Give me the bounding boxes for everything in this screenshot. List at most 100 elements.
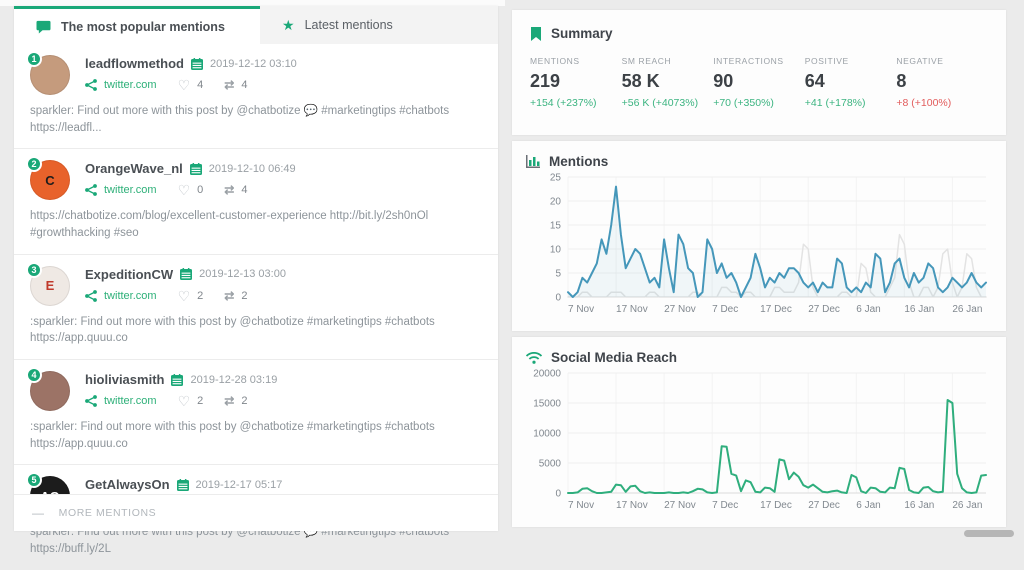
dash-icon: — — [32, 506, 45, 520]
bookmark-icon — [530, 27, 542, 41]
summary-metric: NEGATIVE 8 +8 (+100%) — [896, 56, 988, 109]
retweet-icon[interactable]: ⇄ — [224, 395, 234, 407]
rank-badge: 1 — [26, 51, 42, 67]
share-icon — [85, 395, 97, 407]
like-count: 2 — [197, 290, 203, 302]
summary-metric: SM REACH 58 K +56 K (+4073%) — [622, 56, 714, 109]
horizontal-scrollbar-thumb[interactable] — [964, 530, 1014, 537]
mentions-line-chart[interactable]: 05101520257 Nov17 Nov27 Nov7 Dec17 Dec27… — [526, 171, 992, 319]
metric-label: POSITIVE — [805, 56, 897, 66]
summary-metrics: MENTIONS219+154 (+237%)SM REACH58 K+56 K… — [530, 56, 988, 109]
svg-text:17 Dec: 17 Dec — [760, 304, 792, 315]
mention-text: https://chatbotize.com/blog/excellent-cu… — [30, 208, 482, 241]
svg-text:27 Dec: 27 Dec — [808, 500, 840, 511]
metric-delta: +154 (+237%) — [530, 97, 622, 109]
mention-author[interactable]: GetAlwaysOn — [85, 477, 170, 492]
reach-chart-title: Social Media Reach — [551, 350, 677, 365]
avatar: E3 — [30, 266, 70, 306]
retweet-icon[interactable]: ⇄ — [224, 290, 234, 302]
retweet-icon[interactable]: ⇄ — [224, 184, 234, 196]
mention-text: sparkler: Find out more with this post b… — [30, 103, 482, 136]
mentions-chart-card: Mentions 05101520257 Nov17 Nov27 Nov7 De… — [512, 141, 1006, 331]
metric-delta: +8 (+100%) — [896, 97, 988, 109]
metric-delta: +70 (+350%) — [713, 97, 805, 109]
svg-text:0: 0 — [555, 293, 561, 304]
mention-source-link[interactable]: twitter.com — [104, 395, 157, 407]
mentions-list: 1 leadflowmethod 2019-12-12 03:10 twitter.c… — [14, 44, 498, 531]
mentions-panel: The most popular mentions ★ Latest menti… — [14, 6, 498, 531]
heart-icon[interactable]: ♡ — [178, 394, 191, 408]
rank-badge: 3 — [26, 262, 42, 278]
svg-text:10: 10 — [550, 245, 562, 256]
heart-icon[interactable]: ♡ — [178, 78, 191, 92]
heart-icon[interactable]: ♡ — [178, 289, 191, 303]
svg-text:16 Jan: 16 Jan — [904, 500, 934, 511]
mention-date: 2019-12-10 06:49 — [209, 163, 296, 175]
svg-text:5: 5 — [555, 269, 561, 280]
mention-author[interactable]: leadflowmethod — [85, 56, 184, 71]
svg-text:6 Jan: 6 Jan — [856, 500, 880, 511]
mention-date: 2019-12-28 03:19 — [190, 374, 277, 386]
share-icon — [85, 184, 97, 196]
calendar-icon — [177, 479, 189, 491]
svg-text:0: 0 — [555, 489, 561, 500]
tab-most-popular-mentions[interactable]: The most popular mentions — [14, 6, 260, 44]
more-mentions-label: MORE MENTIONS — [59, 507, 157, 519]
svg-text:7 Nov: 7 Nov — [568, 500, 594, 511]
metric-delta: +56 K (+4073%) — [622, 97, 714, 109]
wifi-icon — [526, 352, 542, 364]
metric-value: 8 — [896, 71, 988, 92]
mention-text: :sparkler: Find out more with this post … — [30, 314, 482, 347]
mention-date: 2019-12-13 03:00 — [199, 268, 286, 280]
svg-text:7 Nov: 7 Nov — [568, 304, 594, 315]
summary-metric: POSITIVE64+41 (+178%) — [805, 56, 897, 109]
rank-badge: 4 — [26, 367, 42, 383]
chat-bubble-icon — [36, 20, 51, 34]
mention-source-link[interactable]: twitter.com — [104, 184, 157, 196]
mention-source-link[interactable]: twitter.com — [104, 79, 157, 91]
mention-author[interactable]: hioliviasmith — [85, 372, 164, 387]
svg-text:27 Nov: 27 Nov — [664, 304, 696, 315]
svg-text:26 Jan: 26 Jan — [952, 500, 982, 511]
star-icon: ★ — [282, 18, 295, 32]
svg-text:17 Nov: 17 Nov — [616, 500, 648, 511]
mention-author[interactable]: OrangeWave_nl — [85, 161, 183, 176]
share-count: 2 — [241, 290, 247, 302]
metric-value: 219 — [530, 71, 622, 92]
metric-value: 58 K — [622, 71, 714, 92]
share-count: 4 — [241, 184, 247, 196]
mention-item[interactable]: 1 leadflowmethod 2019-12-12 03:10 twitter.c… — [14, 44, 498, 148]
avatar: C2 — [30, 160, 70, 200]
svg-text:7 Dec: 7 Dec — [712, 304, 738, 315]
mention-item[interactable]: E3 ExpeditionCW 2019-12-13 03:00 twitter.co… — [14, 254, 498, 359]
heart-icon[interactable]: ♡ — [178, 183, 191, 197]
svg-text:27 Nov: 27 Nov — [664, 500, 696, 511]
metric-value: 90 — [713, 71, 805, 92]
mention-author[interactable]: ExpeditionCW — [85, 267, 173, 282]
summary-card: Summary MENTIONS219+154 (+237%)SM REACH5… — [512, 10, 1006, 135]
metric-label: SM REACH — [622, 56, 714, 66]
svg-text:20000: 20000 — [533, 369, 561, 380]
mention-date: 2019-12-12 03:10 — [210, 58, 297, 70]
svg-text:17 Nov: 17 Nov — [616, 304, 648, 315]
more-mentions-button[interactable]: — MORE MENTIONS — [14, 494, 498, 531]
mention-source-link[interactable]: twitter.com — [104, 290, 157, 302]
metric-label: INTERACTIONS — [713, 56, 805, 66]
calendar-icon — [180, 268, 192, 280]
svg-text:20: 20 — [550, 197, 562, 208]
retweet-icon[interactable]: ⇄ — [224, 79, 234, 91]
mention-item[interactable]: C2 OrangeWave_nl 2019-12-10 06:49 twitter.c… — [14, 148, 498, 253]
bar-chart-icon — [526, 155, 540, 168]
metric-label: NEGATIVE — [896, 56, 988, 66]
tab-latest-mentions[interactable]: ★ Latest mentions — [260, 6, 498, 44]
svg-text:10000: 10000 — [533, 429, 561, 440]
mention-item[interactable]: 4 hioliviasmith 2019-12-28 03:19 twitter.co… — [14, 359, 498, 464]
svg-text:6 Jan: 6 Jan — [856, 304, 880, 315]
share-count: 4 — [241, 79, 247, 91]
svg-text:15: 15 — [550, 221, 562, 232]
reach-line-chart[interactable]: 050001000015000200007 Nov17 Nov27 Nov7 D… — [526, 367, 992, 515]
summary-title: Summary — [551, 26, 613, 41]
mention-date: 2019-12-17 05:17 — [196, 479, 283, 491]
calendar-icon — [171, 374, 183, 386]
svg-text:5000: 5000 — [539, 459, 562, 470]
